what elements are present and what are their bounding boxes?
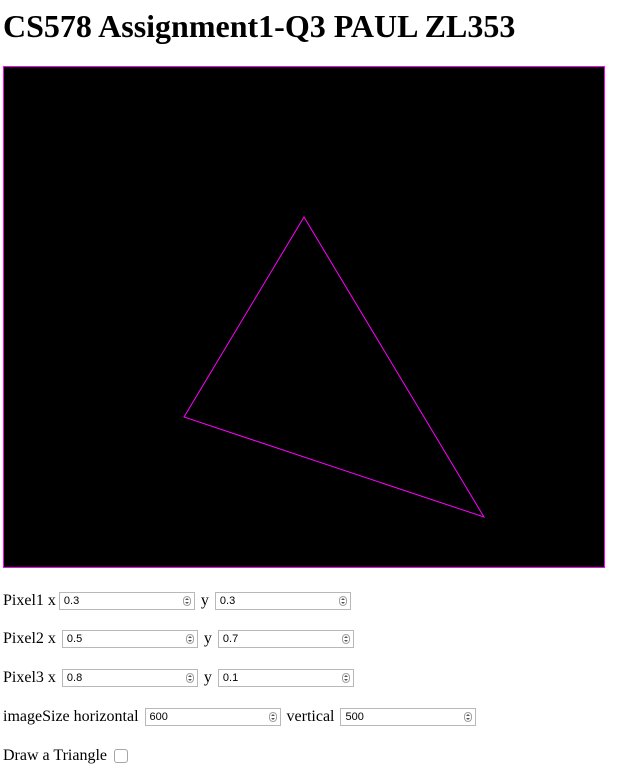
image-size-horizontal-input[interactable]: 600 — [144, 708, 281, 726]
pixel3-x-value: 0.8 — [66, 672, 83, 684]
image-size-horizontal-label: imageSize horizontal — [3, 708, 139, 725]
pixel3-x-label: Pixel3 x — [3, 669, 56, 686]
pixel2-x-input[interactable]: 0.5 — [61, 630, 198, 648]
pixel1-y-label: y — [200, 592, 209, 609]
pixel3-y-label: y — [203, 669, 212, 686]
spinner-icon[interactable] — [182, 596, 191, 606]
pixel3-row: Pixel3 x 0.8 y 0.1 — [3, 667, 354, 689]
spinner-icon[interactable] — [341, 673, 350, 683]
pixel1-x-label: Pixel1 x — [3, 592, 56, 609]
image-size-row: imageSize horizontal 600 vertical 500 — [3, 706, 477, 728]
pixel2-y-value: 0.7 — [222, 633, 239, 645]
pixel2-y-input[interactable]: 0.7 — [217, 630, 354, 648]
pixel2-x-label: Pixel2 x — [3, 630, 56, 647]
pixel1-y-value: 0.3 — [219, 595, 236, 607]
draw-triangle-label: Draw a Triangle — [3, 747, 107, 764]
spinner-icon[interactable] — [341, 634, 350, 644]
spinner-icon[interactable] — [464, 712, 473, 722]
pixel3-x-input[interactable]: 0.8 — [61, 669, 198, 687]
spinner-icon[interactable] — [338, 596, 347, 606]
image-size-vertical-input[interactable]: 500 — [340, 708, 477, 726]
pixel1-y-input[interactable]: 0.3 — [214, 592, 351, 610]
page-title: CS578 Assignment1-Q3 PAUL ZL353 — [3, 8, 516, 44]
pixel3-y-value: 0.1 — [222, 672, 239, 684]
draw-triangle-checkbox[interactable] — [113, 749, 128, 763]
triangle-canvas-svg — [183, 216, 486, 518]
pixel2-y-label: y — [203, 630, 212, 647]
pixel1-x-input[interactable]: 0.3 — [58, 592, 195, 610]
image-size-horizontal-value: 600 — [149, 711, 168, 723]
spinner-icon[interactable] — [268, 712, 277, 722]
spinner-icon[interactable] — [185, 673, 194, 683]
drawing-canvas[interactable] — [3, 66, 605, 568]
draw-row: Draw a Triangle — [3, 745, 128, 767]
pixel2-x-value: 0.5 — [66, 633, 83, 645]
pixel2-row: Pixel2 x 0.5 y 0.7 — [3, 628, 354, 650]
image-size-vertical-value: 500 — [345, 711, 364, 723]
pixel1-x-value: 0.3 — [63, 595, 80, 607]
image-size-vertical-label: vertical — [286, 708, 335, 725]
triangle-shape — [183, 216, 486, 518]
pixel3-y-input[interactable]: 0.1 — [217, 669, 354, 687]
spinner-icon[interactable] — [185, 634, 194, 644]
pixel1-row: Pixel1 x 0.3 y 0.3 — [3, 590, 351, 612]
